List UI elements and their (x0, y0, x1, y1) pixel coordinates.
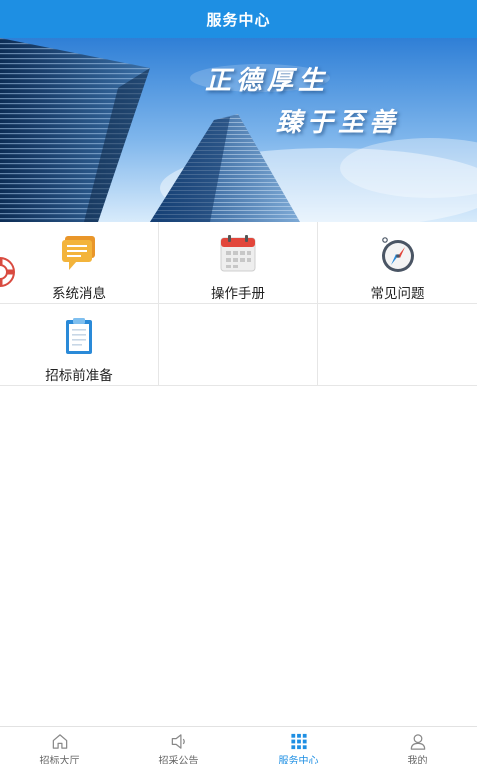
tab-label: 我的 (407, 756, 428, 764)
tab-service-center[interactable]: 服务中心 (239, 727, 358, 764)
service-item-faq[interactable]: 常见问题 (318, 222, 477, 304)
service-label: 系统消息 (52, 286, 106, 302)
service-label: 招标前准备 (45, 368, 113, 384)
service-item-pre-bid-preparation[interactable]: 招标前准备 (0, 304, 159, 386)
app-header: 服务中心 (0, 0, 477, 38)
home-icon (52, 734, 67, 749)
banner-image[interactable]: 正德厚生 臻于至善 (0, 38, 477, 222)
service-grid: 系统消息 操作手册 常见问题 招标前准备 (0, 222, 477, 386)
service-grid-empty-cell (159, 304, 318, 386)
service-item-system-messages[interactable]: 系统消息 (0, 222, 159, 304)
bottom-tab-bar: 招标大厅 招采公告 服务中心 我的 (0, 726, 477, 764)
message-icon (62, 236, 95, 270)
page-title: 服务中心 (206, 10, 271, 29)
service-grid-empty-cell (318, 304, 477, 386)
tab-label: 招标大厅 (39, 756, 80, 764)
compass-icon (381, 237, 414, 272)
app-screen: 服务中心 正德厚生 臻于至善 系统消息 操作手册 常见问题 招标前准备 招标大厅… (0, 0, 477, 764)
lifebuoy-icon[interactable] (0, 255, 20, 289)
tab-label: 服务中心 (278, 756, 319, 764)
service-label: 常见问题 (370, 286, 425, 302)
speaker-icon (171, 734, 185, 749)
service-item-user-manual[interactable]: 操作手册 (159, 222, 318, 304)
tab-bidding-hall[interactable]: 招标大厅 (0, 727, 119, 764)
calendar-icon (220, 235, 256, 272)
banner-slogan-line2: 臻于至善 (276, 108, 401, 138)
clipboard-icon (66, 318, 92, 354)
user-icon (410, 734, 425, 750)
service-label: 操作手册 (211, 286, 265, 302)
tab-procurement-notices[interactable]: 招采公告 (119, 727, 238, 764)
tab-mine[interactable]: 我的 (358, 727, 477, 764)
tab-label: 招采公告 (158, 756, 199, 764)
grid-icon (290, 733, 307, 750)
banner-slogan-line1: 正德厚生 (205, 66, 330, 96)
